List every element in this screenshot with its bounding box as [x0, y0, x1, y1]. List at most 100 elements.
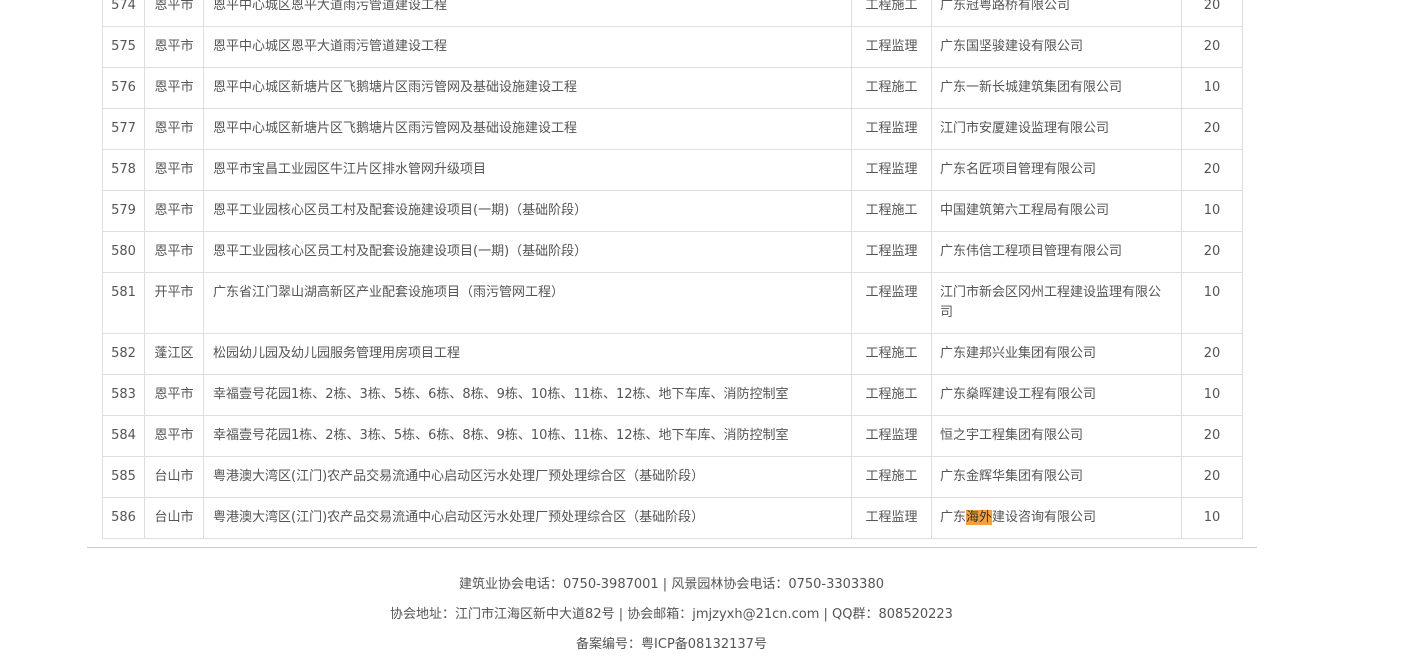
row-city: 恩平市 — [144, 231, 204, 273]
table-row: 582 蓬江区 松园幼儿园及幼儿园服务管理用房项目工程 工程施工 广东建邦兴业集… — [102, 333, 1243, 375]
row-score: 10 — [1181, 272, 1243, 334]
row-company: 广东国坚骏建设有限公司 — [931, 26, 1182, 68]
row-score: 20 — [1181, 108, 1243, 150]
row-company: 江门市安厦建设监理有限公司 — [931, 108, 1182, 150]
row-type: 工程监理 — [851, 497, 932, 539]
row-project: 恩平中心城区新塘片区飞鹅塘片区雨污管网及基础设施建设工程 — [203, 67, 852, 109]
row-number: 577 — [102, 108, 145, 150]
table-row: 578 恩平市 恩平市宝昌工业园区牛江片区排水管网升级项目 工程监理 广东名匠项… — [102, 149, 1243, 191]
row-project: 粤港澳大湾区(江门)农产品交易流通中心启动区污水处理厂预处理综合区（基础阶段） — [203, 497, 852, 539]
table-row: 586 台山市 粤港澳大湾区(江门)农产品交易流通中心启动区污水处理厂预处理综合… — [102, 497, 1243, 539]
row-type: 工程施工 — [851, 190, 932, 232]
row-type: 工程监理 — [851, 26, 932, 68]
site-footer: 建筑业协会电话：0750-3987001 | 风景园林协会电话：0750-330… — [0, 570, 1343, 660]
row-score: 10 — [1181, 497, 1243, 539]
row-company: 广东伟信工程项目管理有限公司 — [931, 231, 1182, 273]
row-city: 恩平市 — [144, 149, 204, 191]
row-city: 恩平市 — [144, 108, 204, 150]
row-number: 582 — [102, 333, 145, 375]
row-project: 恩平中心城区恩平大道雨污管道建设工程 — [203, 26, 852, 68]
row-company: 中国建筑第六工程局有限公司 — [931, 190, 1182, 232]
search-highlight: 海外 — [966, 510, 993, 525]
company-suffix: 建设咨询有限公司 — [992, 510, 1097, 525]
row-number: 581 — [102, 272, 145, 334]
row-type: 工程监理 — [851, 231, 932, 273]
row-number: 585 — [102, 456, 145, 498]
row-score: 20 — [1181, 333, 1243, 375]
row-project: 恩平市宝昌工业园区牛江片区排水管网升级项目 — [203, 149, 852, 191]
row-number: 574 — [102, 0, 145, 27]
row-project: 幸福壹号花园1栋、2栋、3栋、5栋、6栋、8栋、9栋、10栋、11栋、12栋、地… — [203, 415, 852, 457]
row-number: 586 — [102, 497, 145, 539]
table-row: 584 恩平市 幸福壹号花园1栋、2栋、3栋、5栋、6栋、8栋、9栋、10栋、1… — [102, 415, 1243, 457]
row-type: 工程监理 — [851, 272, 932, 334]
row-company: 广东海外建设咨询有限公司 — [931, 497, 1182, 539]
footer-divider — [87, 547, 1257, 548]
row-score: 20 — [1181, 231, 1243, 273]
footer-phone-line: 建筑业协会电话：0750-3987001 | 风景园林协会电话：0750-330… — [459, 577, 884, 592]
row-score: 10 — [1181, 190, 1243, 232]
table-row: 579 恩平市 恩平工业园核心区员工村及配套设施建设项目(一期)（基础阶段） 工… — [102, 190, 1243, 232]
table-row: 574 恩平市 恩平中心城区恩平大道雨污管道建设工程 工程施工 广东冠粤路桥有限… — [102, 0, 1243, 27]
footer-icp-line: 备案编号：粤ICP备08132137号 — [576, 637, 767, 652]
footer-address-line: 协会地址：江门市江海区新中大道82号 | 协会邮箱：jmjzyxh@21cn.c… — [390, 607, 953, 622]
row-type: 工程施工 — [851, 333, 932, 375]
row-project: 幸福壹号花园1栋、2栋、3栋、5栋、6栋、8栋、9栋、10栋、11栋、12栋、地… — [203, 374, 852, 416]
row-company: 恒之宇工程集团有限公司 — [931, 415, 1182, 457]
row-city: 台山市 — [144, 497, 204, 539]
row-score: 20 — [1181, 415, 1243, 457]
row-city: 恩平市 — [144, 374, 204, 416]
row-company: 广东冠粤路桥有限公司 — [931, 0, 1182, 27]
row-project: 广东省江门翠山湖高新区产业配套设施项目（雨污管网工程） — [203, 272, 852, 334]
row-city: 恩平市 — [144, 190, 204, 232]
row-score: 20 — [1181, 149, 1243, 191]
row-score: 10 — [1181, 67, 1243, 109]
table-row: 580 恩平市 恩平工业园核心区员工村及配套设施建设项目(一期)（基础阶段） 工… — [102, 231, 1243, 273]
row-company: 广东建邦兴业集团有限公司 — [931, 333, 1182, 375]
row-city: 恩平市 — [144, 67, 204, 109]
row-type: 工程监理 — [851, 415, 932, 457]
row-city: 台山市 — [144, 456, 204, 498]
row-number: 578 — [102, 149, 145, 191]
row-type: 工程监理 — [851, 149, 932, 191]
row-city: 恩平市 — [144, 26, 204, 68]
row-number: 576 — [102, 67, 145, 109]
table-row: 577 恩平市 恩平中心城区新塘片区飞鹅塘片区雨污管网及基础设施建设工程 工程监… — [102, 108, 1243, 150]
row-type: 工程施工 — [851, 0, 932, 27]
row-number: 580 — [102, 231, 145, 273]
row-type: 工程监理 — [851, 108, 932, 150]
row-project: 恩平中心城区新塘片区飞鹅塘片区雨污管网及基础设施建设工程 — [203, 108, 852, 150]
row-project: 恩平工业园核心区员工村及配套设施建设项目(一期)（基础阶段） — [203, 231, 852, 273]
row-type: 工程施工 — [851, 456, 932, 498]
row-score: 20 — [1181, 0, 1243, 27]
row-company: 广东金辉华集团有限公司 — [931, 456, 1182, 498]
row-company: 江门市新会区冈州工程建设监理有限公司 — [931, 272, 1182, 334]
row-project: 粤港澳大湾区(江门)农产品交易流通中心启动区污水处理厂预处理综合区（基础阶段） — [203, 456, 852, 498]
table-row: 576 恩平市 恩平中心城区新塘片区飞鹅塘片区雨污管网及基础设施建设工程 工程施… — [102, 67, 1243, 109]
row-type: 工程施工 — [851, 374, 932, 416]
results-table: 574 恩平市 恩平中心城区恩平大道雨污管道建设工程 工程施工 广东冠粤路桥有限… — [102, 0, 1243, 539]
row-type: 工程施工 — [851, 67, 932, 109]
row-city: 开平市 — [144, 272, 204, 334]
row-score: 10 — [1181, 374, 1243, 416]
row-number: 579 — [102, 190, 145, 232]
row-score: 20 — [1181, 26, 1243, 68]
table-row: 583 恩平市 幸福壹号花园1栋、2栋、3栋、5栋、6栋、8栋、9栋、10栋、1… — [102, 374, 1243, 416]
row-number: 584 — [102, 415, 145, 457]
row-score: 20 — [1181, 456, 1243, 498]
row-number: 583 — [102, 374, 145, 416]
row-city: 恩平市 — [144, 0, 204, 27]
row-company: 广东名匠项目管理有限公司 — [931, 149, 1182, 191]
table-row: 581 开平市 广东省江门翠山湖高新区产业配套设施项目（雨污管网工程） 工程监理… — [102, 272, 1243, 334]
row-project: 松园幼儿园及幼儿园服务管理用房项目工程 — [203, 333, 852, 375]
row-company: 广东燊晖建设工程有限公司 — [931, 374, 1182, 416]
row-city: 蓬江区 — [144, 333, 204, 375]
row-number: 575 — [102, 26, 145, 68]
row-project: 恩平中心城区恩平大道雨污管道建设工程 — [203, 0, 852, 27]
row-company: 广东一新长城建筑集团有限公司 — [931, 67, 1182, 109]
company-prefix: 广东 — [940, 510, 967, 525]
table-row: 575 恩平市 恩平中心城区恩平大道雨污管道建设工程 工程监理 广东国坚骏建设有… — [102, 26, 1243, 68]
table-row: 585 台山市 粤港澳大湾区(江门)农产品交易流通中心启动区污水处理厂预处理综合… — [102, 456, 1243, 498]
results-table-container: 574 恩平市 恩平中心城区恩平大道雨污管道建设工程 工程施工 广东冠粤路桥有限… — [102, 0, 1243, 539]
row-project: 恩平工业园核心区员工村及配套设施建设项目(一期)（基础阶段） — [203, 190, 852, 232]
